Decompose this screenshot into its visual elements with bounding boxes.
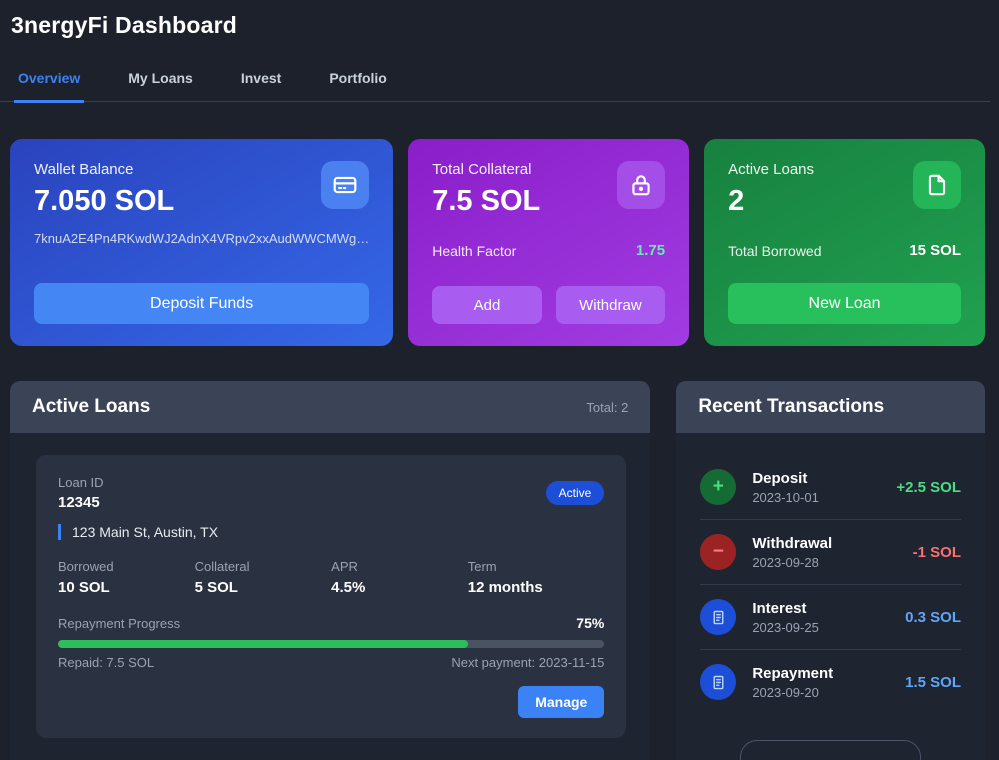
- lower-panels: Active Loans Total: 2 Loan ID 12345 Acti…: [10, 381, 985, 760]
- summary-cards: Wallet Balance 7.050 SOL 7knuA2E4Pn4RKwd…: [10, 139, 985, 346]
- minus-icon: −: [700, 534, 736, 570]
- wallet-balance-card: Wallet Balance 7.050 SOL 7knuA2E4Pn4RKwd…: [10, 139, 393, 346]
- total-borrowed-value: 15 SOL: [909, 242, 961, 259]
- loans-total-count: Total: 2: [586, 400, 628, 415]
- transaction-row-withdrawal: − Withdrawal 2023-09-28 -1 SOL: [700, 519, 961, 584]
- manage-button[interactable]: Manage: [518, 686, 604, 718]
- page-title: 3nergyFi Dashboard: [0, 0, 999, 39]
- total-collateral-card: Total Collateral 7.5 SOL Health Factor 1…: [408, 139, 689, 346]
- transaction-row-interest: Interest 2023-09-25 0.3 SOL: [700, 584, 961, 649]
- receipt-icon: [700, 664, 736, 700]
- active-loans-panel-title: Active Loans: [32, 396, 150, 418]
- repayment-progress-label: Repayment Progress: [58, 616, 180, 631]
- credit-card-icon: [321, 161, 369, 209]
- total-borrowed-label: Total Borrowed: [728, 243, 821, 259]
- active-loans-panel-header: Active Loans Total: 2: [10, 381, 650, 433]
- tab-bar: Overview My Loans Invest Portfolio: [0, 70, 990, 102]
- loan-id-value: 12345: [58, 494, 104, 511]
- total-collateral-label: Total Collateral: [432, 161, 540, 178]
- status-badge: Active: [546, 481, 605, 505]
- dashboard-page: 3nergyFi Dashboard Overview My Loans Inv…: [0, 0, 999, 760]
- wallet-address: 7knuA2E4Pn4RKwdWJ2AdnX4VRpv2xxAudWWCMWg…: [34, 231, 369, 246]
- health-factor-value: 1.75: [636, 242, 665, 259]
- loan-stats: Borrowed 10 SOL Collateral 5 SOL APR 4.5…: [58, 559, 604, 596]
- loan-card: Loan ID 12345 Active 123 Main St, Austin…: [36, 455, 626, 738]
- wallet-balance-value: 7.050 SOL: [34, 185, 174, 218]
- active-loans-count: 2: [728, 185, 814, 218]
- withdraw-collateral-button[interactable]: Withdraw: [556, 286, 665, 324]
- file-text-icon: [913, 161, 961, 209]
- repaid-amount: Repaid: 7.5 SOL: [58, 655, 154, 670]
- active-loans-panel: Active Loans Total: 2 Loan ID 12345 Acti…: [10, 381, 650, 760]
- loan-id-label: Loan ID: [58, 475, 104, 490]
- repayment-progress-bar: [58, 640, 604, 648]
- repayment-progress-fill: [58, 640, 468, 648]
- transaction-row-deposit: + Deposit 2023-10-01 +2.5 SOL: [700, 455, 961, 519]
- stat-term: Term 12 months: [468, 559, 605, 596]
- lock-icon: [617, 161, 665, 209]
- deposit-funds-button[interactable]: Deposit Funds: [34, 283, 369, 324]
- repayment-progress-pct: 75%: [576, 615, 604, 631]
- tab-overview[interactable]: Overview: [14, 70, 84, 103]
- tab-invest[interactable]: Invest: [237, 70, 285, 103]
- receipt-icon: [700, 599, 736, 635]
- stat-apr: APR 4.5%: [331, 559, 468, 596]
- recent-transactions-panel: Recent Transactions + Deposit 2023-10-01…: [676, 381, 985, 760]
- total-collateral-value: 7.5 SOL: [432, 185, 540, 218]
- tab-portfolio[interactable]: Portfolio: [325, 70, 391, 103]
- plus-icon: +: [700, 469, 736, 505]
- view-all-transactions-button[interactable]: [740, 740, 921, 760]
- stat-collateral: Collateral 5 SOL: [195, 559, 332, 596]
- tab-my-loans[interactable]: My Loans: [124, 70, 197, 103]
- recent-transactions-title: Recent Transactions: [698, 396, 884, 418]
- active-loans-card: Active Loans 2 Total Borrowed 15 SOL New…: [704, 139, 985, 346]
- loan-property-address: 123 Main St, Austin, TX: [58, 524, 604, 540]
- next-payment-date: Next payment: 2023-11-15: [451, 655, 604, 670]
- wallet-balance-label: Wallet Balance: [34, 161, 174, 178]
- health-factor-label: Health Factor: [432, 243, 516, 259]
- recent-transactions-header: Recent Transactions: [676, 381, 985, 433]
- stat-borrowed: Borrowed 10 SOL: [58, 559, 195, 596]
- new-loan-button[interactable]: New Loan: [728, 283, 961, 324]
- transaction-row-repayment: Repayment 2023-09-20 1.5 SOL: [700, 649, 961, 714]
- active-loans-label: Active Loans: [728, 161, 814, 178]
- add-collateral-button[interactable]: Add: [432, 286, 541, 324]
